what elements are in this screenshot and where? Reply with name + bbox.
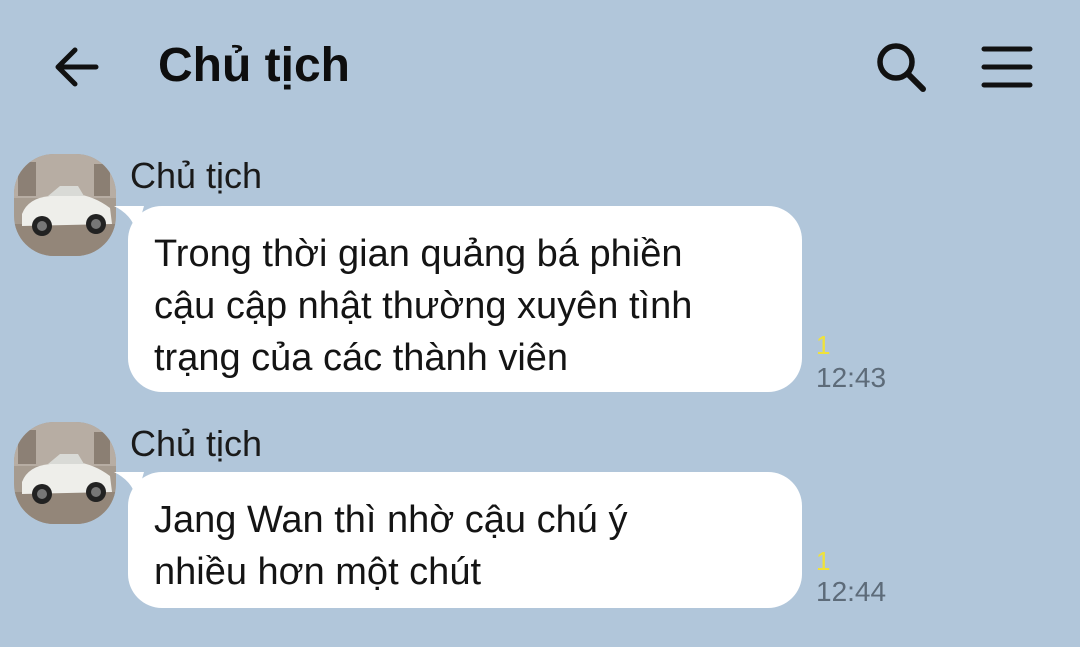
unread-count: 1 — [816, 330, 831, 360]
back-button[interactable] — [50, 40, 104, 94]
search-button[interactable] — [872, 38, 930, 96]
message-timestamp: 12:43 — [816, 362, 887, 393]
avatar[interactable] — [14, 422, 116, 524]
message-bubble[interactable]: Jang Wan thì nhờ cậu chú ý nhiều hơn một… — [114, 472, 802, 608]
vintage-car-avatar-icon — [14, 422, 116, 524]
message-text-line: Trong thời gian quảng bá phiền — [154, 233, 683, 275]
unread-count: 1 — [816, 546, 831, 576]
sender-name: Chủ tịch — [130, 155, 263, 196]
vintage-car-avatar-icon — [14, 154, 116, 256]
message-text-line: Jang Wan thì nhờ cậu chú ý — [154, 499, 628, 541]
message-bubble[interactable]: Trong thời gian quảng bá phiền cậu cập n… — [114, 206, 802, 392]
sender-name: Chủ tịch — [130, 423, 263, 464]
hamburger-menu-icon — [981, 46, 1033, 88]
message-text-line: trạng của các thành viên — [154, 337, 569, 379]
menu-button[interactable] — [978, 40, 1036, 94]
message-timestamp: 12:44 — [816, 576, 887, 607]
bubble-tail — [114, 472, 144, 500]
bubble-tail — [114, 206, 144, 234]
search-icon — [877, 43, 926, 92]
chat-title: Chủ tịch — [158, 39, 350, 92]
chat-header: Chủ tịch — [0, 0, 1080, 132]
arrow-left-icon — [55, 47, 99, 87]
message-text-line: nhiều hơn một chút — [154, 551, 482, 593]
avatar[interactable] — [14, 154, 116, 256]
message-text-line: cậu cập nhật thường xuyên tình — [154, 285, 693, 327]
